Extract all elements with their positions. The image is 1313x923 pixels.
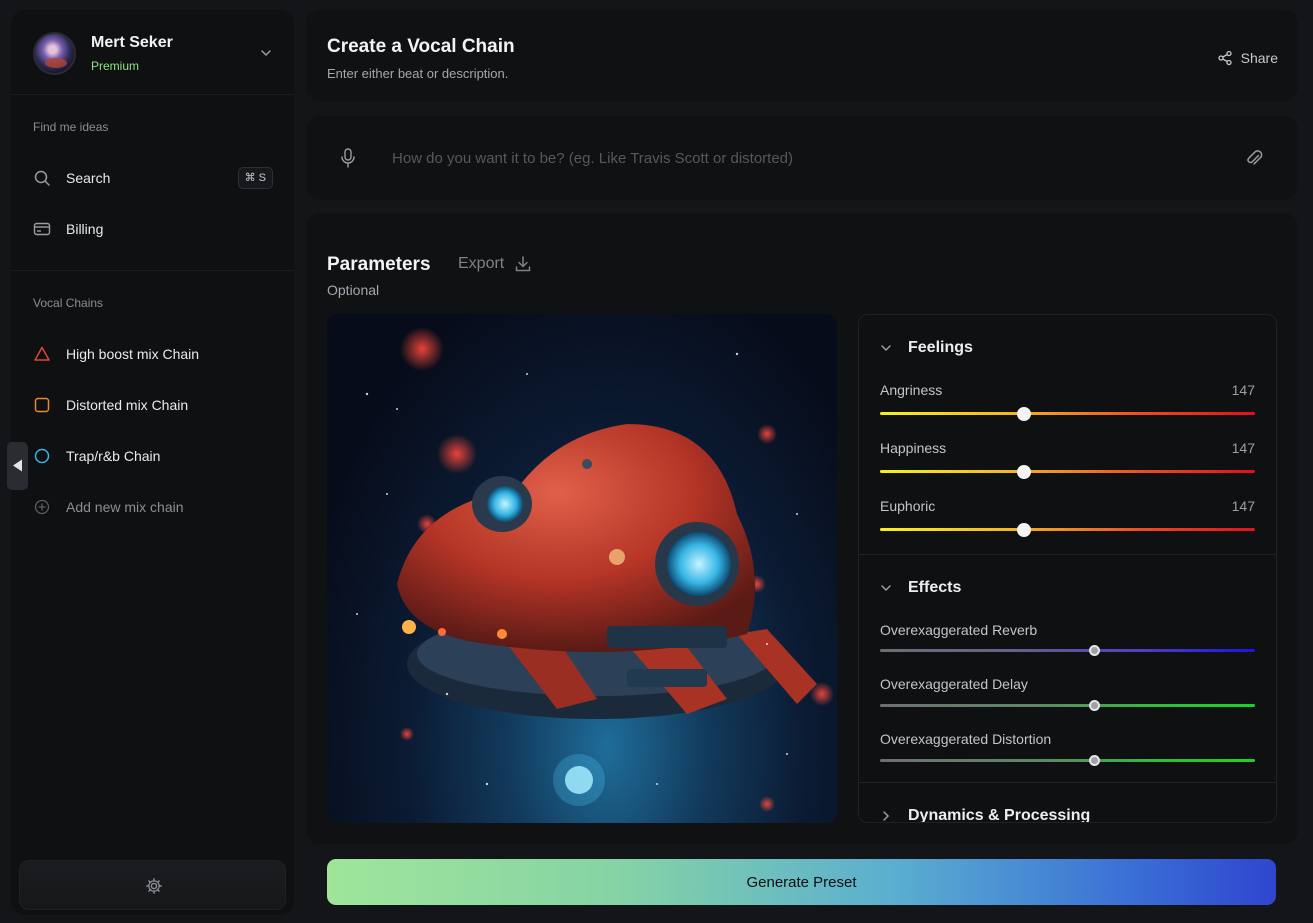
- download-icon: [516, 256, 531, 272]
- slider-thumb[interactable]: [1088, 755, 1100, 766]
- profile-menu[interactable]: Mert Seker Premium: [11, 10, 294, 95]
- slider-value: 147: [1231, 440, 1255, 456]
- slider-label: Angriness: [880, 382, 943, 398]
- slider-value: 147: [1231, 382, 1255, 398]
- generate-preset-button[interactable]: Generate Preset: [327, 859, 1276, 905]
- dynamics-title: Dynamics & Processing: [908, 807, 1091, 823]
- distortion-slider[interactable]: [880, 755, 1255, 766]
- export-label: Export: [458, 255, 505, 272]
- chevron-down-icon[interactable]: [259, 46, 273, 60]
- paperclip-icon[interactable]: [1244, 148, 1264, 168]
- dynamics-group-toggle[interactable]: Dynamics & Processing: [880, 807, 1091, 823]
- slider-thumb[interactable]: [1017, 523, 1032, 537]
- sidebar-divider: [11, 270, 294, 271]
- circle-icon: [34, 448, 50, 464]
- credit-card-icon: [33, 222, 51, 236]
- triangle-icon: [34, 346, 50, 361]
- chain-item-high-boost[interactable]: High boost mix Chain: [29, 335, 277, 373]
- euphoric-slider[interactable]: [880, 523, 1255, 537]
- parameters-panel: Parameters Export Optional Feelings Angr…: [306, 213, 1298, 844]
- spaceship-illustration: [356, 327, 834, 812]
- effects-title: Effects: [908, 579, 962, 596]
- add-chain-button[interactable]: Add new mix chain: [29, 488, 277, 526]
- slider-label: Overexaggerated Distortion: [880, 731, 1052, 747]
- slider-label: Overexaggerated Delay: [880, 676, 1028, 692]
- chain-label: High boost mix Chain: [66, 346, 200, 362]
- search-shortcut-badge: ⌘ S: [237, 167, 273, 189]
- chain-label: Distorted mix Chain: [66, 397, 189, 413]
- billing-label: Billing: [66, 221, 104, 237]
- page-subtitle: Enter either beat or description.: [327, 66, 509, 81]
- page-title: Create a Vocal Chain: [327, 36, 515, 57]
- sidebar: Mert Seker Premium Find me ideas Search …: [11, 10, 294, 915]
- share-icon: [1217, 50, 1232, 66]
- angriness-slider[interactable]: [880, 407, 1255, 421]
- share-label: Share: [1240, 50, 1278, 66]
- add-chain-label: Add new mix chain: [66, 499, 184, 515]
- collapse-sidebar-button[interactable]: [7, 442, 28, 490]
- feelings-group-toggle[interactable]: Feelings: [880, 339, 973, 357]
- square-icon: [34, 397, 50, 413]
- search-nav-item[interactable]: Search ⌘ S: [29, 159, 277, 197]
- slider-label: Happiness: [880, 440, 947, 456]
- settings-button[interactable]: [19, 860, 286, 910]
- slider-thumb[interactable]: [1017, 465, 1032, 479]
- gear-icon: [146, 878, 162, 894]
- reverb-slider[interactable]: [880, 645, 1255, 656]
- share-button[interactable]: Share: [1217, 48, 1278, 68]
- chevron-down-icon: [881, 345, 891, 352]
- feelings-title: Feelings: [908, 339, 973, 356]
- chevron-right-icon: [883, 811, 890, 821]
- avatar: [33, 32, 76, 75]
- slider-label: Overexaggerated Reverb: [880, 622, 1038, 638]
- optional-label: Optional: [327, 282, 380, 298]
- slider-thumb[interactable]: [1017, 407, 1032, 421]
- find-ideas-label: Find me ideas: [33, 120, 109, 134]
- microphone-icon[interactable]: [340, 148, 356, 168]
- parameters-title: Parameters: [327, 254, 431, 275]
- export-button[interactable]: Export: [458, 255, 532, 273]
- caret-left-icon: [13, 459, 22, 472]
- slider-label: Euphoric: [880, 498, 936, 514]
- group-divider: [859, 782, 1276, 783]
- search-icon: [34, 170, 50, 186]
- billing-nav-item[interactable]: Billing: [29, 210, 277, 248]
- prompt-panel: [306, 116, 1298, 200]
- slider-thumb[interactable]: [1088, 700, 1100, 711]
- chain-item-trap-rnb[interactable]: Trap/r&b Chain: [29, 437, 277, 475]
- chain-label: Trap/r&b Chain: [66, 448, 161, 464]
- prompt-input[interactable]: [392, 144, 1212, 172]
- delay-slider[interactable]: [880, 700, 1255, 711]
- search-label: Search: [66, 170, 111, 186]
- parameter-settings-panel: Feelings Angriness 147 Happiness 147 Eup…: [858, 314, 1277, 823]
- vocal-chains-label: Vocal Chains: [33, 296, 104, 310]
- slider-value: 147: [1231, 498, 1255, 514]
- cover-artwork-image[interactable]: [327, 314, 837, 823]
- slider-thumb[interactable]: [1088, 645, 1100, 656]
- happiness-slider[interactable]: [880, 465, 1255, 479]
- chevron-down-icon: [881, 585, 891, 592]
- effects-group-toggle[interactable]: Effects: [880, 579, 961, 597]
- plan-badge: Premium: [91, 59, 140, 73]
- header-panel: Create a Vocal Chain Enter either beat o…: [306, 10, 1298, 101]
- group-divider: [859, 554, 1276, 555]
- chain-item-distorted[interactable]: Distorted mix Chain: [29, 386, 277, 424]
- plus-circle-icon: [34, 499, 50, 515]
- profile-name: Mert Seker: [91, 34, 173, 51]
